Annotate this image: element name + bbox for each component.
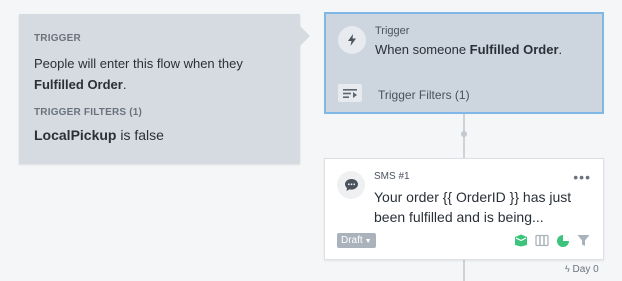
- sms-title: SMS #1: [374, 171, 410, 182]
- more-options-button[interactable]: •••: [573, 169, 591, 185]
- smart-sending-icon: [534, 233, 549, 248]
- trigger-tooltip: TRIGGER People will enter this flow when…: [19, 14, 300, 164]
- filter-icon: [576, 233, 591, 248]
- trigger-description: When someone Fulfilled Order.: [375, 42, 563, 57]
- sms-node[interactable]: SMS #1 ••• Your order {{ OrderID }} has …: [324, 158, 604, 260]
- tooltip-trigger-text: People will enter this flow when they Fu…: [34, 56, 243, 92]
- trigger-node[interactable]: Trigger When someone Fulfilled Order. Tr…: [324, 12, 604, 114]
- tooltip-filter-text: LocalPickup is false: [34, 127, 164, 143]
- chat-bubble-icon: [337, 171, 365, 199]
- tooltip-arrow: [300, 26, 310, 46]
- flow-connector: [463, 260, 465, 281]
- lightning-icon: [338, 26, 366, 54]
- sms-preview-text: Your order {{ OrderID }} has just been f…: [374, 189, 572, 225]
- tooltip-filters-label: TRIGGER FILTERS (1): [34, 107, 143, 118]
- filter-list-icon: [338, 84, 362, 102]
- node-status-icons: [513, 233, 591, 248]
- caret-down-icon: ▼: [364, 238, 372, 245]
- sms-content-icon: [513, 233, 528, 248]
- connector-dot[interactable]: [461, 131, 467, 137]
- status-dropdown[interactable]: Draft ▼: [337, 233, 376, 248]
- pie-chart-icon: [555, 233, 570, 248]
- trigger-title: Trigger: [375, 25, 410, 37]
- status-label: Draft: [341, 235, 363, 246]
- trigger-filters-link[interactable]: Trigger Filters (1): [378, 88, 470, 102]
- delay-label: ϟ Day 0: [565, 264, 599, 275]
- tooltip-trigger-label: TRIGGER: [34, 33, 81, 44]
- lightning-icon: ϟ: [565, 264, 570, 274]
